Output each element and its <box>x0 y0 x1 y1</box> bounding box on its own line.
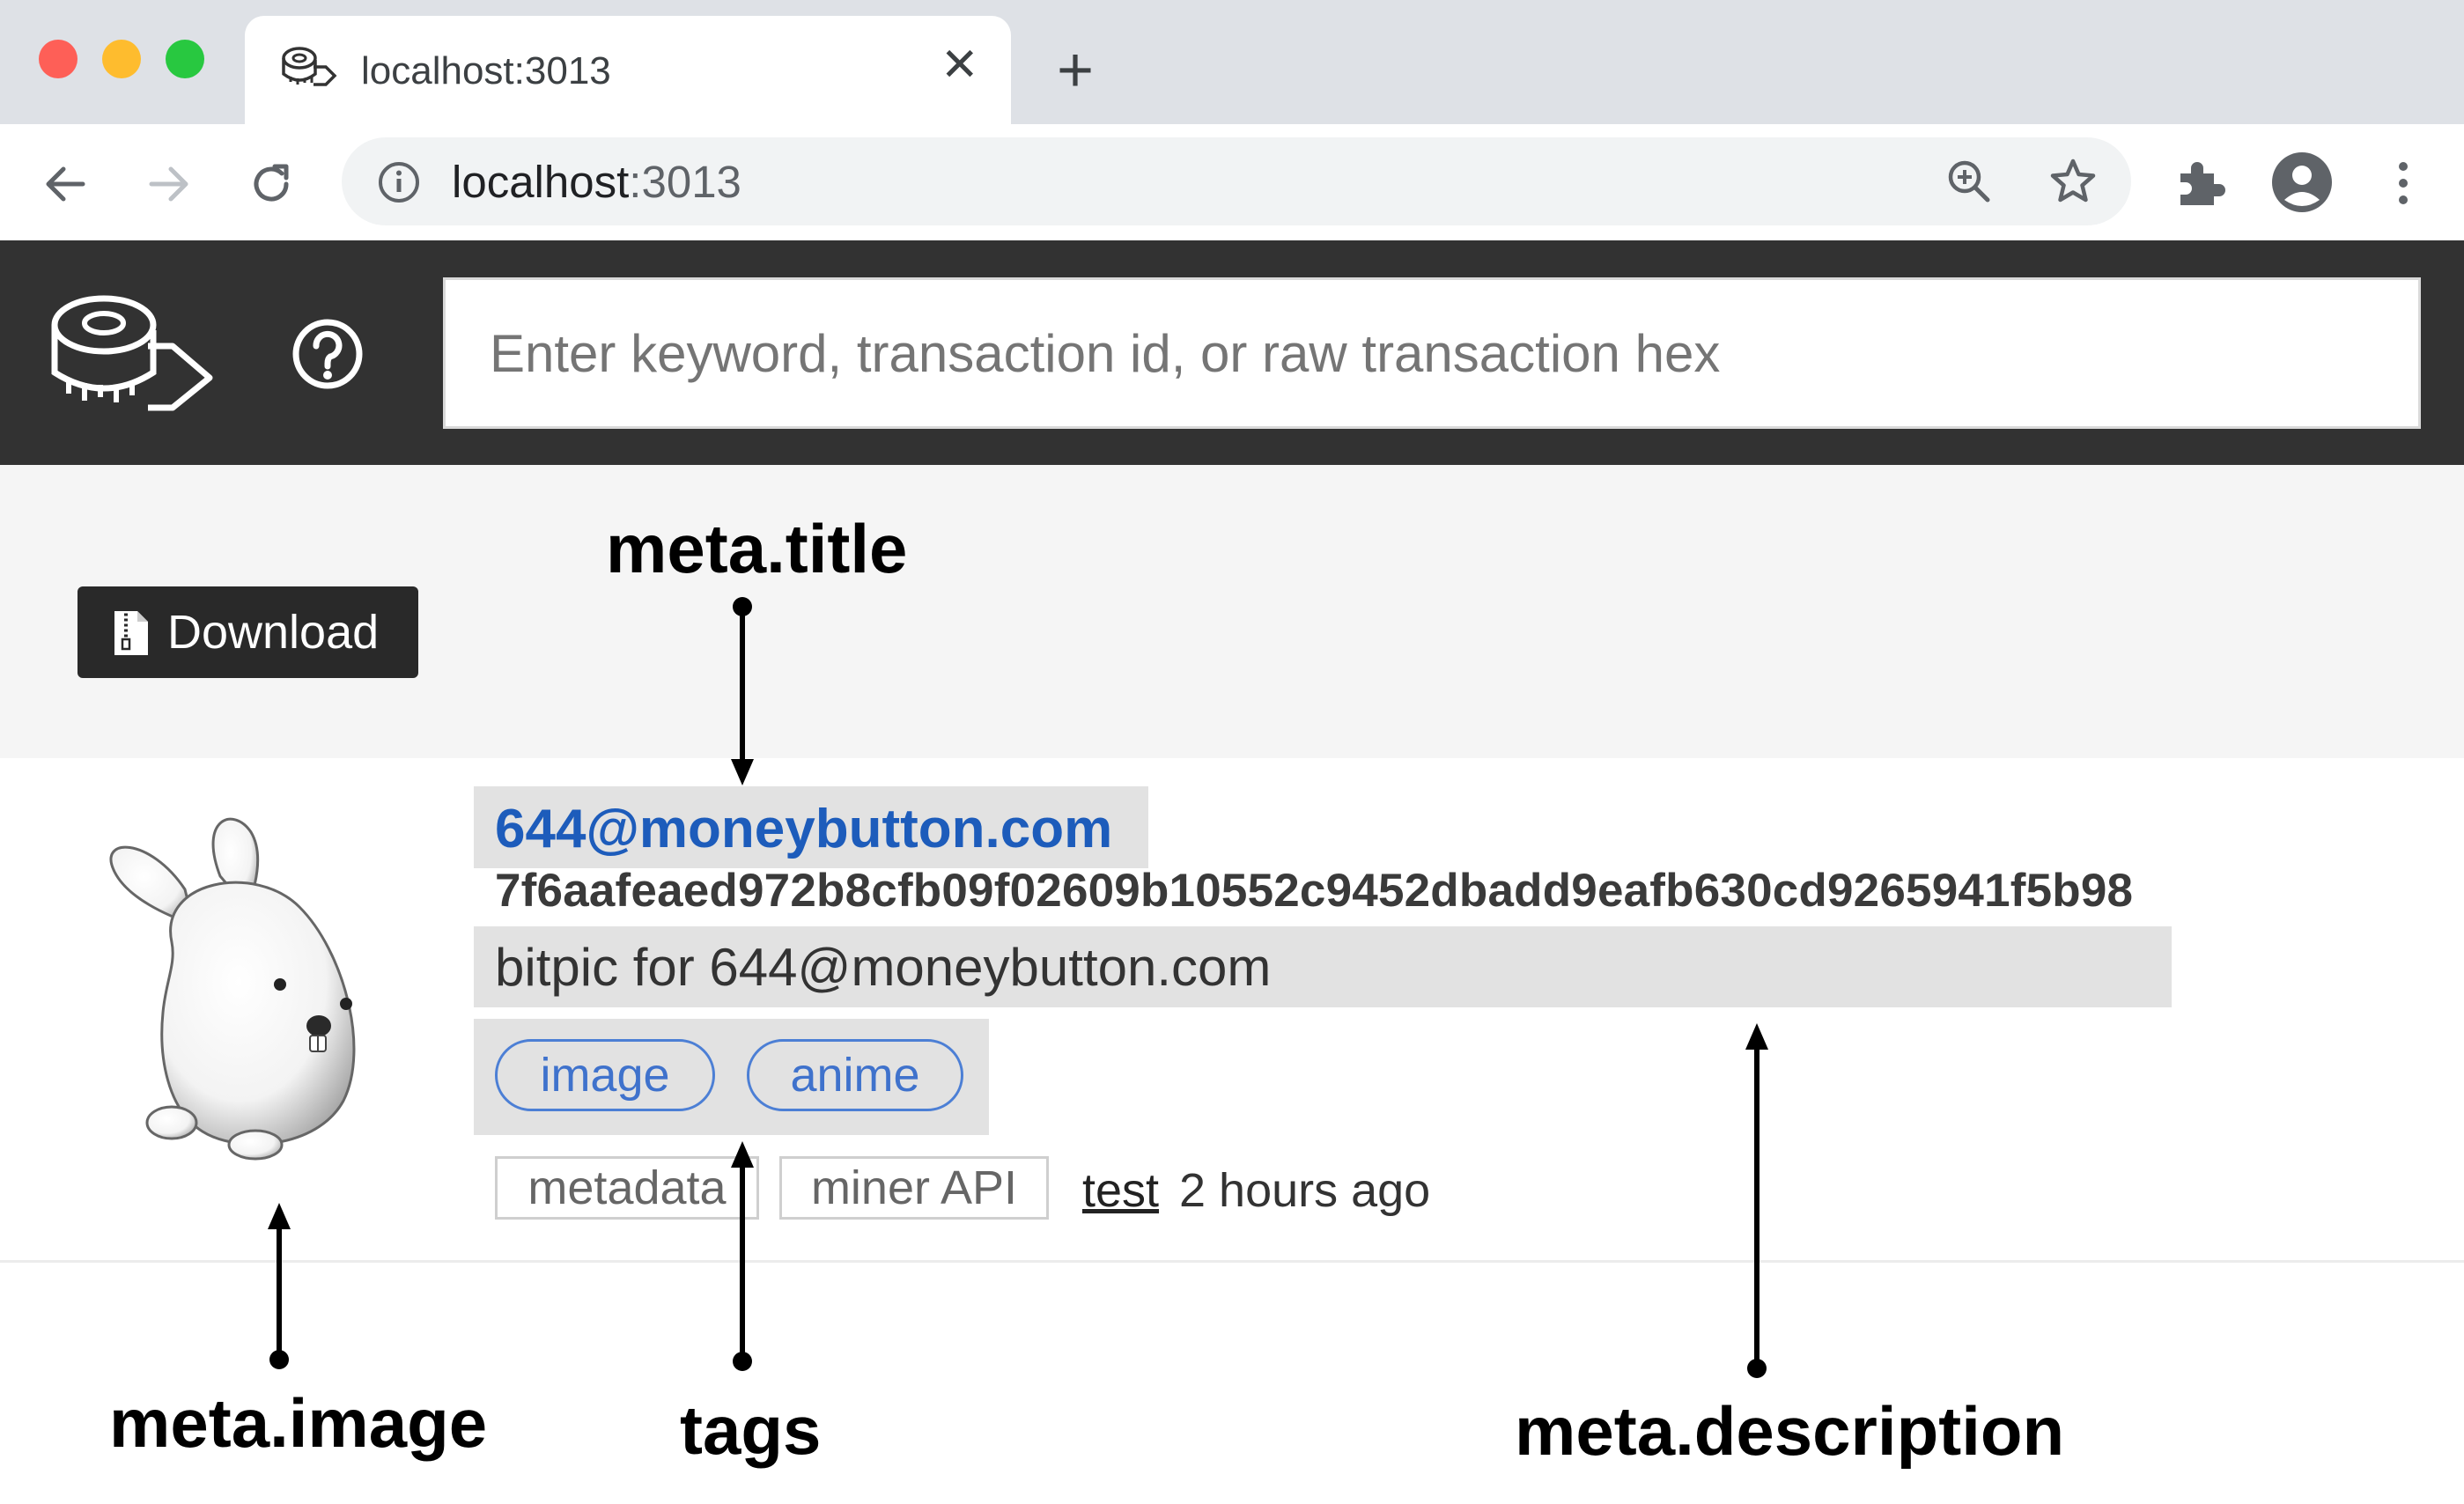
annotation-meta-title: meta.title <box>606 510 908 587</box>
new-tab-button[interactable]: + <box>1057 35 1094 106</box>
row-divider <box>0 1260 2464 1263</box>
annotation-dot <box>269 1350 289 1369</box>
tape-measure-logo-icon[interactable] <box>49 291 217 415</box>
url-host: localhost <box>452 157 630 207</box>
tape-measure-favicon-icon <box>282 47 337 86</box>
info-icon[interactable] <box>377 160 421 204</box>
annotation-line <box>740 606 745 764</box>
browser-tab[interactable]: localhost:3013 ✕ <box>245 16 1011 126</box>
url-port: :3013 <box>629 157 741 207</box>
search-input[interactable] <box>443 277 2421 429</box>
metadata-chip[interactable]: metadata <box>495 1156 759 1220</box>
annotation-dot <box>733 1352 752 1371</box>
tab-close-icon[interactable]: ✕ <box>941 39 979 92</box>
item-description: bitpic for 644@moneybutton.com <box>495 938 1272 997</box>
help-icon[interactable] <box>291 318 364 390</box>
test-link[interactable]: test <box>1082 1162 1159 1219</box>
annotation-meta-description: meta.description <box>1515 1392 2065 1470</box>
transaction-id: 7f6aafeaed972b8cfb09f02609b10552c9452dba… <box>495 865 2134 917</box>
menu-icon[interactable] <box>2390 156 2416 210</box>
reload-icon[interactable] <box>247 159 296 209</box>
annotation-meta-image: meta.image <box>109 1384 488 1462</box>
forward-arrow-icon[interactable] <box>144 159 194 209</box>
browser-toolbar: localhost:3013 <box>0 124 2464 240</box>
annotation-line <box>740 1162 745 1358</box>
annotation-tags: tags <box>680 1391 822 1469</box>
download-button[interactable]: Download <box>77 586 418 678</box>
annotation-dot <box>1747 1359 1767 1378</box>
address-bar[interactable]: localhost:3013 <box>342 137 2131 225</box>
annotation-line <box>277 1224 282 1356</box>
maximize-window-button[interactable] <box>166 40 204 78</box>
download-label: Download <box>167 606 380 659</box>
tag-image[interactable]: image <box>495 1039 715 1111</box>
arrowhead-icon <box>731 759 754 785</box>
meta-image[interactable] <box>88 793 379 1180</box>
extensions-icon[interactable] <box>2173 156 2228 210</box>
miner-api-chip[interactable]: miner API <box>779 1156 1049 1220</box>
back-arrow-icon[interactable] <box>41 159 90 209</box>
star-icon[interactable] <box>2048 157 2098 206</box>
zoom-icon[interactable] <box>1944 157 1994 206</box>
zip-file-icon <box>114 611 148 655</box>
tag-anime[interactable]: anime <box>747 1039 963 1111</box>
app-header <box>0 240 2464 465</box>
timestamp: 2 hours ago <box>1179 1164 1431 1217</box>
url-text[interactable]: localhost:3013 <box>452 157 741 208</box>
minimize-window-button[interactable] <box>102 40 141 78</box>
close-window-button[interactable] <box>39 40 77 78</box>
browser-tab-strip: localhost:3013 ✕ + <box>0 0 2464 126</box>
annotation-line <box>1754 1044 1759 1363</box>
tab-title: localhost:3013 <box>361 49 611 92</box>
item-title-link[interactable]: 644@moneybutton.com <box>495 799 1112 860</box>
profile-icon[interactable] <box>2270 151 2334 214</box>
